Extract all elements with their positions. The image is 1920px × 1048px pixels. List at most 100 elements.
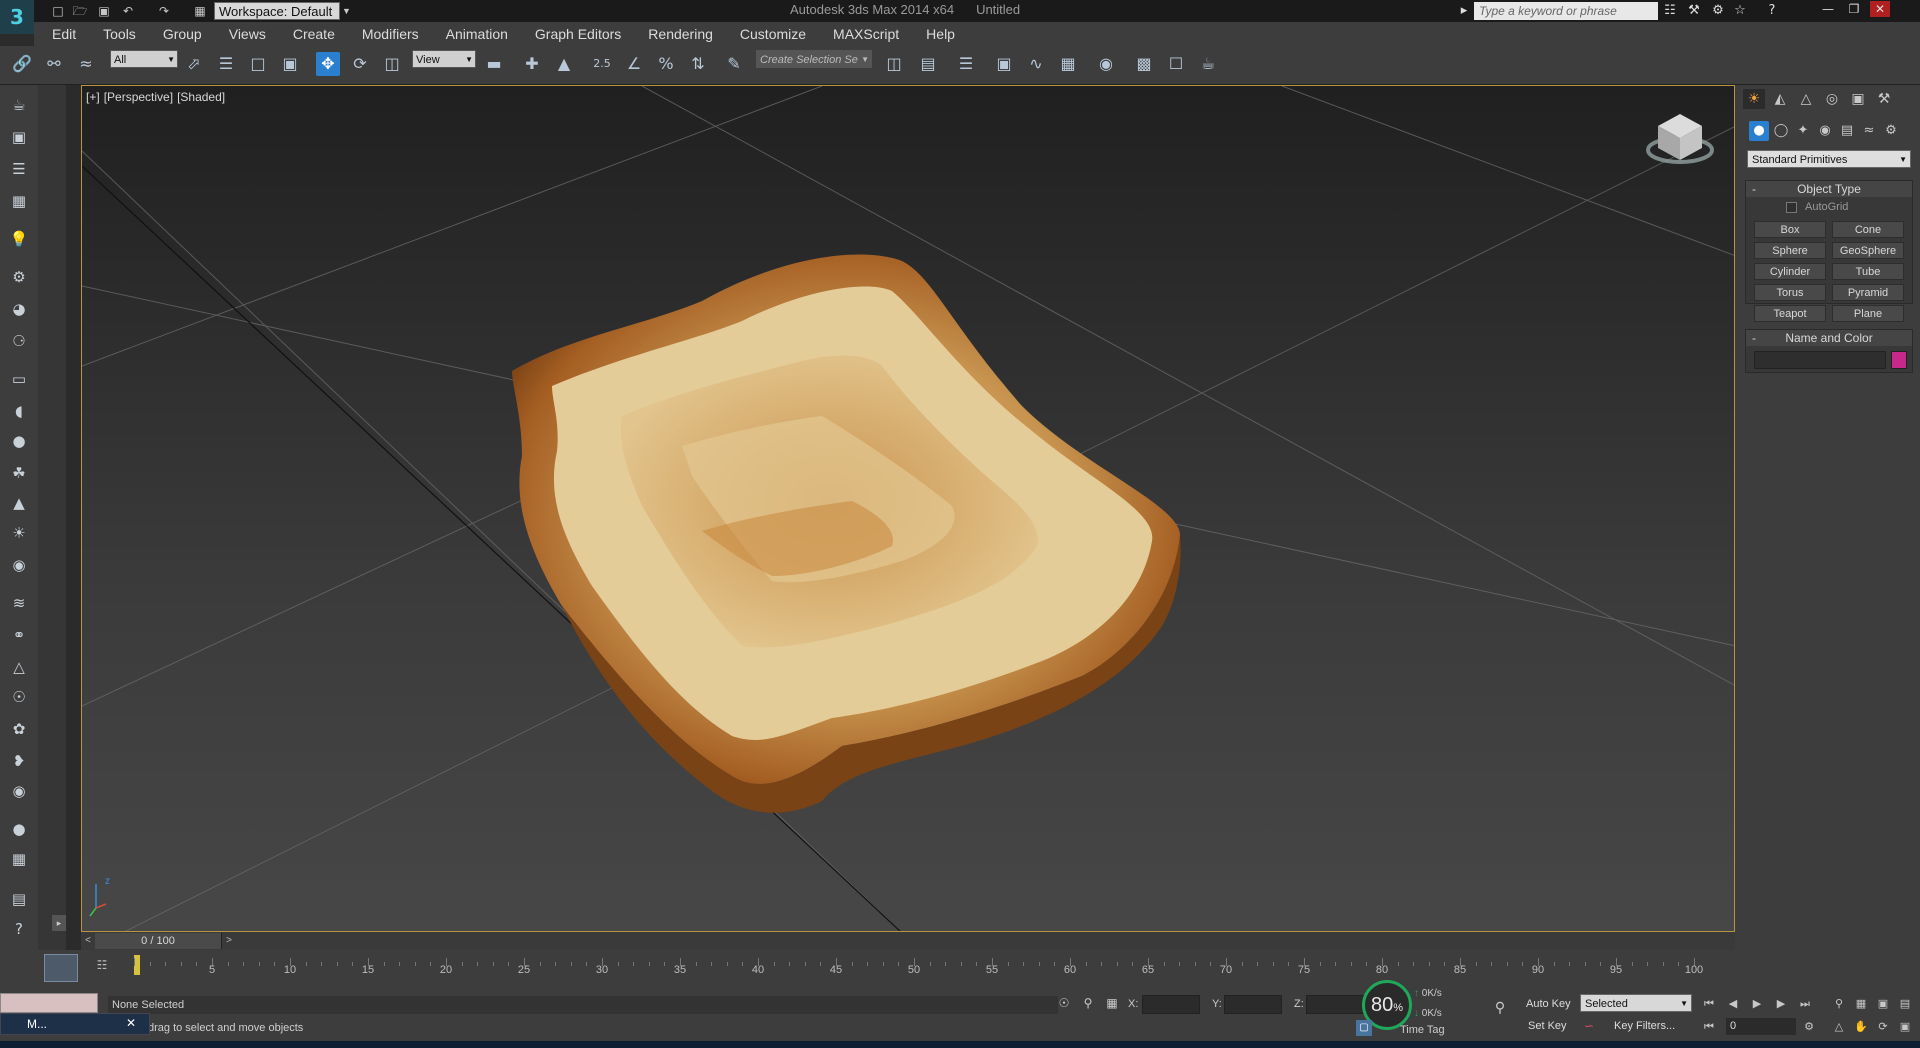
geometry-icon[interactable]: ●: [1749, 121, 1769, 141]
close-window-icon[interactable]: ✕: [1870, 1, 1890, 17]
plane-button[interactable]: Plane: [1832, 305, 1904, 322]
utilities-tab-icon[interactable]: ⚒: [1873, 89, 1895, 109]
zoom-all-icon[interactable]: ▦: [1852, 996, 1870, 1012]
camera-rig-icon[interactable]: ⚙: [7, 266, 31, 288]
helper-icon[interactable]: ◕: [7, 298, 31, 320]
set-key-button[interactable]: Set Key: [1528, 1020, 1567, 1032]
plant-icon[interactable]: ✿: [7, 718, 31, 740]
light-bulb-icon[interactable]: 💡: [7, 228, 31, 250]
globe-icon[interactable]: ☉: [7, 686, 31, 708]
x-coord-input[interactable]: [1142, 995, 1200, 1014]
redo-icon[interactable]: ↷: [156, 3, 172, 19]
select-by-name-icon[interactable]: ☰: [214, 52, 238, 76]
edit-named-selection-icon[interactable]: ✎: [722, 52, 746, 76]
pivot-center-icon[interactable]: ▬: [482, 52, 506, 76]
key-mode-toggle-icon[interactable]: ⏮: [1700, 1019, 1718, 1035]
selection-filter-dropdown[interactable]: All: [110, 50, 178, 69]
key-mode-dropdown[interactable]: Selected: [1580, 994, 1692, 1013]
hemisphere-icon[interactable]: ◖: [7, 400, 31, 422]
menu-group[interactable]: Group: [163, 26, 202, 42]
menu-maxscript[interactable]: MAXScript: [833, 26, 899, 42]
expand-strip-icon[interactable]: ▸: [52, 915, 66, 931]
search-expand-icon[interactable]: ▸: [1458, 2, 1470, 20]
autogrid-checkbox[interactable]: AutoGrid: [1786, 201, 1848, 213]
material-editor-icon[interactable]: ◉: [1094, 52, 1118, 76]
restore-window-icon[interactable]: ❐: [1844, 1, 1864, 17]
name-and-color-rollout-header[interactable]: - Name and Color: [1746, 330, 1912, 346]
teapot-icon[interactable]: ☕: [7, 94, 31, 116]
menu-tools[interactable]: Tools: [103, 26, 136, 42]
document-list-icon[interactable]: ☰: [7, 158, 31, 180]
viewcube-icon[interactable]: [1646, 114, 1714, 164]
app-logo-icon[interactable]: 3: [0, 0, 34, 34]
go-to-start-icon[interactable]: ⏮: [1700, 996, 1718, 1012]
snaps-toggle-icon[interactable]: 2.5: [590, 52, 614, 76]
cameras-icon[interactable]: ◉: [1815, 121, 1835, 141]
pan-view-icon[interactable]: ✋: [1852, 1019, 1870, 1035]
taskbar-close-icon[interactable]: ✕: [124, 1014, 138, 1032]
set-key-mode-icon[interactable]: ⚲: [1488, 1000, 1512, 1016]
time-tag-icon[interactable]: ▢: [1356, 1020, 1372, 1036]
project-folder-icon[interactable]: ▦: [192, 3, 208, 19]
structure-icon[interactable]: △: [7, 656, 31, 678]
menu-create[interactable]: Create: [293, 26, 335, 42]
display-tab-icon[interactable]: ▣: [1847, 89, 1869, 109]
cone-button[interactable]: Cone: [1832, 221, 1904, 238]
z-coord-input[interactable]: [1306, 995, 1364, 1014]
window-crossing-icon[interactable]: ▣: [278, 52, 302, 76]
isolate-selection-icon[interactable]: ☉: [1056, 996, 1072, 1012]
object-category-dropdown[interactable]: Standard Primitives: [1747, 150, 1911, 169]
previous-frame-icon[interactable]: ◀: [1724, 996, 1742, 1012]
selection-lock-icon[interactable]: ⚲: [1080, 996, 1096, 1012]
open-file-icon[interactable]: 🗁: [72, 3, 88, 19]
time-configuration-icon[interactable]: ⚙: [1800, 1019, 1818, 1035]
menu-help[interactable]: Help: [926, 26, 955, 42]
viewport-point-of-view-menu[interactable]: [Perspective]: [104, 90, 173, 104]
time-tag-label[interactable]: Time Tag: [1400, 1024, 1445, 1036]
lights-icon[interactable]: ✦: [1793, 121, 1813, 141]
layer-manager-icon[interactable]: ☰: [954, 52, 978, 76]
time-slider-previous-icon[interactable]: <: [81, 933, 95, 949]
orbit-icon[interactable]: ⟳: [1874, 1019, 1892, 1035]
create-tab-icon[interactable]: ☀: [1743, 89, 1765, 109]
grid-panel-icon[interactable]: ▦: [7, 848, 31, 870]
object-name-input[interactable]: [1754, 351, 1886, 369]
go-to-end-icon[interactable]: ⏭: [1796, 996, 1814, 1012]
zoom-extents-icon[interactable]: ▣: [1874, 996, 1892, 1012]
keyboard-shortcut-override-icon[interactable]: ▲: [552, 52, 576, 76]
select-and-scale-icon[interactable]: ◫: [380, 52, 404, 76]
select-and-rotate-icon[interactable]: ⟳: [348, 52, 372, 76]
percent-snap-icon[interactable]: %: [654, 52, 678, 76]
torus-button[interactable]: Torus: [1754, 284, 1826, 301]
toast-mesh[interactable]: [512, 254, 1181, 813]
viewport-shading-menu[interactable]: [Shaded]: [177, 90, 225, 104]
select-and-move-icon[interactable]: ✥: [316, 52, 340, 76]
rendered-frame-window-icon[interactable]: ☐: [1164, 52, 1188, 76]
binoculars-icon[interactable]: ☷: [1660, 2, 1680, 20]
dome-object-icon[interactable]: ☘: [7, 462, 31, 484]
plane-object-icon[interactable]: ▭: [7, 368, 31, 390]
tube-button[interactable]: Tube: [1832, 263, 1904, 280]
geosphere-button[interactable]: GeoSphere: [1832, 242, 1904, 259]
perspective-viewport[interactable]: [+] [Perspective] [Shaded] z: [81, 85, 1735, 932]
menu-animation[interactable]: Animation: [446, 26, 508, 42]
align-icon[interactable]: ▤: [916, 52, 940, 76]
new-file-icon[interactable]: □: [50, 3, 66, 19]
viewport-general-menu[interactable]: [+]: [86, 90, 100, 104]
key-filters-button[interactable]: Key Filters...: [1614, 1020, 1675, 1032]
help-icon[interactable]: ?: [1762, 2, 1782, 20]
favorites-star-icon[interactable]: ☆: [1730, 2, 1750, 20]
auto-key-button[interactable]: Auto Key: [1526, 998, 1571, 1010]
unlink-icon[interactable]: ⚯: [42, 52, 66, 76]
cone-object-icon[interactable]: ▲: [7, 492, 31, 514]
menu-views[interactable]: Views: [229, 26, 266, 42]
ribbon-toggle-icon[interactable]: ▣: [992, 52, 1016, 76]
render-icon[interactable]: ▣: [7, 126, 31, 148]
sun-light-icon[interactable]: ☀: [7, 522, 31, 544]
box-button[interactable]: Box: [1754, 221, 1826, 238]
motion-tab-icon[interactable]: ◎: [1821, 89, 1843, 109]
table-icon[interactable]: ▦: [7, 190, 31, 212]
sphere-object-icon[interactable]: ●: [7, 430, 31, 452]
modify-tab-icon[interactable]: ◭: [1769, 89, 1791, 109]
time-slider-next-icon[interactable]: >: [221, 933, 236, 949]
